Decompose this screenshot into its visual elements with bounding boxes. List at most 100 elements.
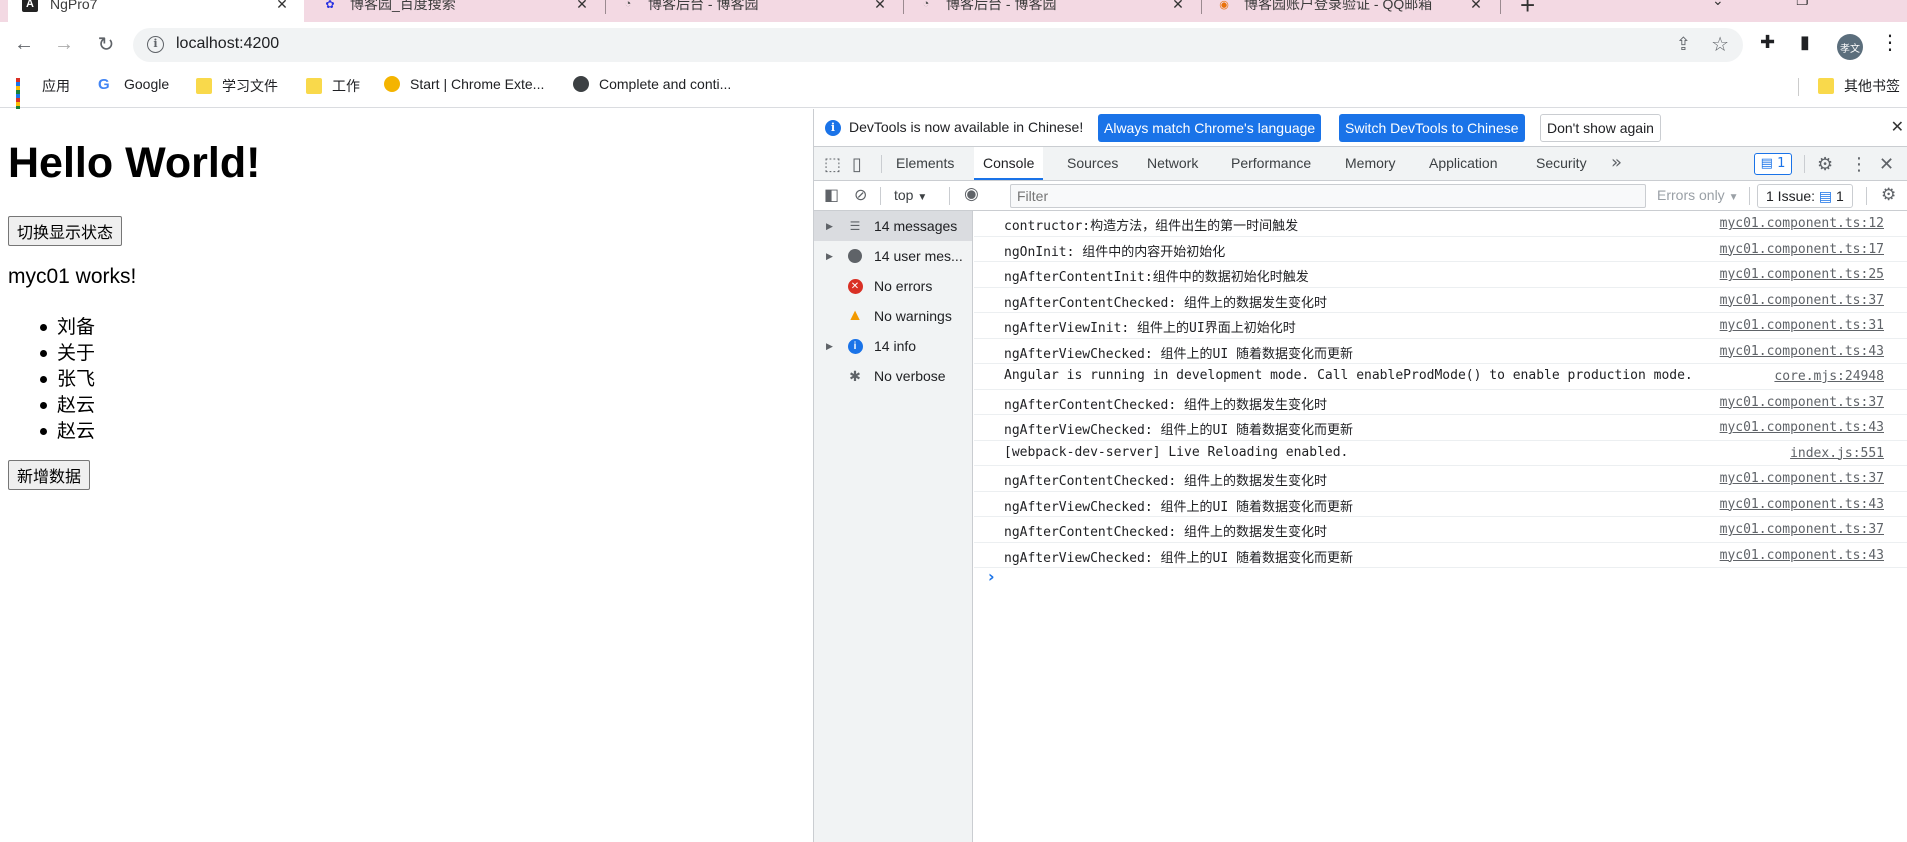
bookmark-chrome-ext[interactable]: Start | Chrome Exte... [384, 76, 544, 92]
error-icon: ✕ [846, 277, 864, 295]
forward-icon[interactable]: → [50, 30, 78, 58]
sidebar-item-info[interactable]: ▶ i 14 info [814, 331, 972, 361]
tab-performance[interactable]: Performance [1222, 147, 1320, 180]
log-source-link[interactable]: myc01.component.ts:31 [1720, 318, 1884, 333]
page-title: Hello World! [8, 139, 261, 187]
log-source-link[interactable]: myc01.component.ts:17 [1720, 242, 1884, 257]
tab-cnblogs-2[interactable]: ◔ 博客后台 - 博客园 ✕ [904, 0, 1200, 22]
issues-button[interactable]: 1 Issue: ▤ 1 [1757, 184, 1853, 208]
sidebar-item-user-messages[interactable]: ▶ 14 user mes... [814, 241, 972, 271]
issues-badge-count: 1 [1777, 156, 1786, 171]
url-text[interactable]: localhost:4200 [176, 35, 279, 53]
tab-elements[interactable]: Elements [887, 147, 963, 180]
bookmark-work-folder[interactable]: 工作 [306, 76, 360, 96]
tab-console[interactable]: Console [974, 147, 1044, 180]
side-panel-icon[interactable]: ▮ [1800, 32, 1810, 53]
log-source-link[interactable]: myc01.component.ts:43 [1720, 420, 1884, 435]
tab-network[interactable]: Network [1138, 147, 1207, 180]
tab-cnblogs-1[interactable]: ◔ 博客后台 - 博客园 ✕ [606, 0, 902, 22]
log-source-link[interactable]: myc01.component.ts:37 [1720, 471, 1884, 486]
close-icon[interactable]: ✕ [872, 0, 888, 13]
context-selector[interactable]: top ▼ [894, 187, 927, 203]
tab-memory[interactable]: Memory [1336, 147, 1405, 180]
close-icon[interactable]: ✕ [274, 0, 290, 13]
list-icon: ☰ [849, 219, 861, 233]
log-source-link[interactable]: myc01.component.ts:37 [1720, 522, 1884, 537]
inspect-element-icon[interactable]: ⬚ [824, 154, 841, 175]
always-match-language-button[interactable]: Always match Chrome's language [1098, 114, 1322, 142]
bookmark-other[interactable]: 其他书签 [1818, 76, 1900, 96]
dropdown-arrow-icon: ▼ [917, 192, 928, 203]
tab-sources[interactable]: Sources [1058, 147, 1127, 180]
console-prompt[interactable]: › [988, 567, 995, 586]
bookmark-study-folder[interactable]: 学习文件 [196, 76, 278, 96]
share-icon[interactable]: ⇪ [1676, 34, 1691, 55]
extensions-icon[interactable]: ✚ [1760, 32, 1775, 53]
close-icon[interactable]: ✕ [574, 0, 590, 13]
new-tab-button[interactable]: + [1520, 0, 1535, 21]
expand-arrow-icon[interactable]: ▶ [826, 251, 840, 262]
expand-arrow-icon[interactable]: ▶ [826, 341, 840, 352]
more-tabs-icon[interactable]: » [1611, 152, 1622, 173]
bookmark-apps[interactable]: 应用 [16, 76, 70, 114]
tab-title: 博客园账户登录验证 - QQ邮箱 [1244, 0, 1433, 12]
tab-application[interactable]: Application [1420, 147, 1507, 180]
sidebar-toggle-icon[interactable]: ◧ [824, 185, 839, 204]
sidebar-item-verbose[interactable]: ✱ No verbose [814, 361, 972, 391]
tab-baidu[interactable]: ✿ 博客园_百度搜索 ✕ [308, 0, 604, 22]
bookmark-separator [1798, 78, 1799, 96]
close-icon[interactable]: ✕ [1170, 0, 1186, 13]
bookmark-google[interactable]: G Google [98, 76, 169, 93]
log-source-link[interactable]: myc01.component.ts:37 [1720, 395, 1884, 410]
log-message: [webpack-dev-server] Live Reloading enab… [1004, 444, 1349, 460]
close-icon[interactable]: ✕ [1891, 117, 1904, 136]
log-source-link[interactable]: myc01.component.ts:12 [1720, 216, 1884, 231]
sidebar-item-messages[interactable]: ▶ ☰ 14 messages [814, 211, 972, 241]
reload-icon[interactable]: ↻ [92, 30, 120, 58]
toggle-display-button[interactable]: 切换显示状态 [8, 216, 123, 246]
smiley-icon [384, 76, 400, 92]
log-source-link[interactable]: core.mjs:24948 [1774, 369, 1884, 384]
clear-console-icon[interactable]: ⊘ [854, 185, 867, 204]
log-source-link[interactable]: myc01.component.ts:43 [1720, 497, 1884, 512]
close-icon[interactable]: ✕ [1468, 0, 1484, 13]
log-source-link[interactable]: myc01.component.ts:25 [1720, 267, 1884, 282]
log-source-link[interactable]: myc01.component.ts:37 [1720, 293, 1884, 308]
sidebar-item-label: 14 messages [874, 218, 958, 234]
cnblogs-icon: ◔ [624, 0, 632, 10]
log-source-link[interactable]: myc01.component.ts:43 [1720, 548, 1884, 563]
add-data-button[interactable]: 新增数据 [8, 460, 91, 490]
bookmark-star-icon[interactable]: ☆ [1711, 32, 1729, 57]
eye-icon[interactable]: ◉ [964, 184, 979, 204]
filter-input[interactable] [1010, 184, 1646, 208]
dont-show-again-button[interactable]: Don't show again [1540, 114, 1661, 142]
sidebar-item-errors[interactable]: ✕ No errors [814, 271, 972, 301]
device-toolbar-icon[interactable]: ▯ [852, 154, 862, 175]
back-icon[interactable]: ← [10, 30, 38, 58]
log-message: ngAfterContentChecked: 组件上的数据发生变化时 [1004, 525, 1328, 540]
bookmark-complete[interactable]: Complete and conti... [573, 76, 731, 92]
tab-strip: A NgPro7 ✕ ✿ 博客园_百度搜索 ✕ ◔ 博客后台 - 博客园 ✕ ◔… [0, 0, 1907, 22]
avatar[interactable]: 孝文 [1837, 34, 1863, 60]
folder-icon [1818, 78, 1834, 94]
close-devtools-icon[interactable]: ✕ [1879, 154, 1894, 175]
chevron-down-icon[interactable]: ⌄ [1712, 0, 1724, 9]
log-row: Angular is running in development mode. … [974, 364, 1907, 390]
tab-qqmail[interactable]: ◉ 博客园账户登录验证 - QQ邮箱 ✕ [1202, 0, 1498, 22]
expand-arrow-icon[interactable]: ▶ [826, 221, 840, 232]
site-info-icon[interactable]: i [147, 36, 164, 53]
log-source-link[interactable]: myc01.component.ts:43 [1720, 344, 1884, 359]
sidebar-item-warnings[interactable]: ▲ No warnings [814, 301, 972, 331]
menu-icon[interactable]: ⋮ [1880, 30, 1900, 55]
issues-badge[interactable]: ▤ 1 [1754, 153, 1792, 175]
tab-ngpro7[interactable]: A NgPro7 ✕ [8, 0, 304, 22]
more-options-icon[interactable]: ⋮ [1850, 154, 1868, 175]
tab-security[interactable]: Security [1527, 147, 1596, 180]
log-source-link[interactable]: index.js:551 [1790, 446, 1884, 461]
log-levels-dropdown[interactable]: Errors only ▼ [1657, 187, 1738, 203]
address-bar[interactable]: i localhost:4200 ⇪ ☆ [133, 28, 1743, 62]
settings-icon[interactable]: ⚙ [1817, 154, 1833, 175]
switch-to-chinese-button[interactable]: Switch DevTools to Chinese [1339, 114, 1525, 142]
console-settings-icon[interactable]: ⚙ [1881, 185, 1896, 205]
restore-window-icon[interactable]: ❐ [1796, 0, 1809, 9]
